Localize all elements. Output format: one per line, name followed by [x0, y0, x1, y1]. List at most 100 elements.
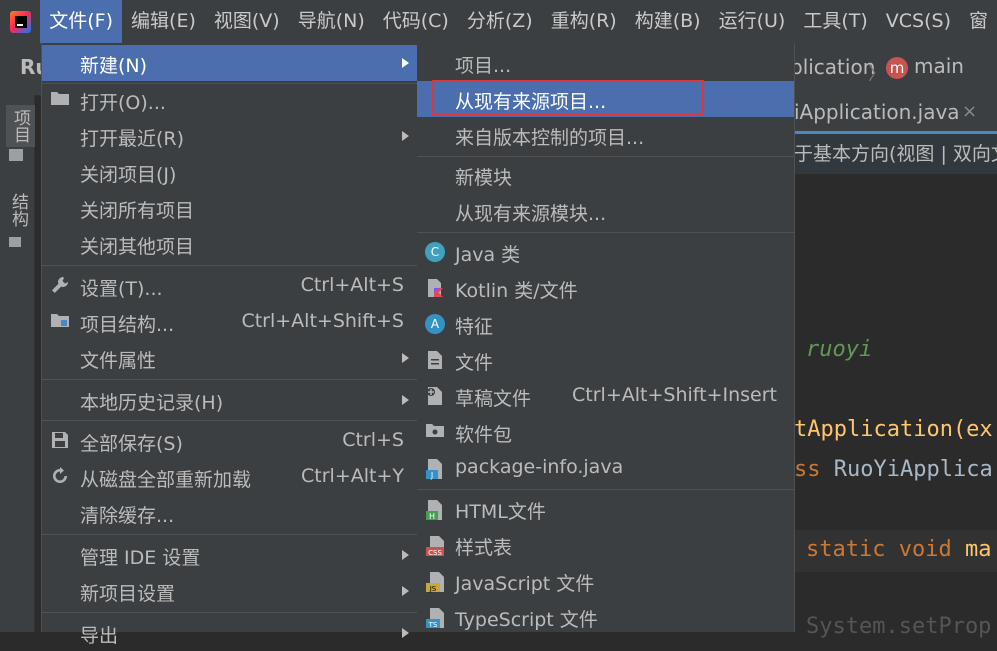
menu-build[interactable]: 构建(B)	[626, 0, 710, 43]
menu-item-close-other-projects[interactable]: 关闭其他项目	[42, 226, 417, 262]
submenu-item-project[interactable]: 项目...	[417, 45, 794, 81]
submenu-item-java-class[interactable]: C Java 类	[417, 234, 794, 270]
breadcrumb-item[interactable]: plication	[790, 55, 875, 79]
svg-text:CSS: CSS	[428, 549, 442, 557]
shortcut-label: Ctrl+S	[342, 429, 404, 451]
kotlin-file-icon	[425, 278, 445, 298]
submenu-arrow-icon	[402, 550, 409, 560]
submenu-arrow-icon	[402, 58, 409, 68]
scratch-file-icon	[425, 386, 445, 406]
submenu-arrow-icon	[402, 628, 409, 638]
menu-item-label: 草稿文件	[455, 388, 532, 410]
file-menu: 新建(N) 打开(O)... 打开最近(R) 关闭项目(J) 关闭所有项目 关闭…	[41, 43, 418, 647]
menu-item-file-properties[interactable]: 文件属性	[42, 340, 417, 376]
menu-navigate[interactable]: 导航(N)	[289, 0, 374, 43]
menu-item-manage-ide-settings[interactable]: 管理 IDE 设置	[42, 537, 417, 573]
file-icon	[425, 350, 445, 370]
submenu-item-package-info[interactable]: J package-info.java	[417, 450, 794, 486]
structure-tool-tab[interactable]: 结构	[6, 193, 31, 227]
menu-edit[interactable]: 编辑(E)	[122, 0, 205, 43]
shortcut-label: Ctrl+Alt+Y	[301, 465, 404, 487]
menu-item-open[interactable]: 打开(O)...	[42, 82, 417, 118]
menu-item-close-project[interactable]: 关闭项目(J)	[42, 154, 417, 190]
menu-item-settings[interactable]: 设置(T)... Ctrl+Alt+S	[42, 268, 417, 304]
code-annotation: tApplication(ex	[794, 417, 993, 442]
code-keyword: ss	[794, 457, 821, 482]
code-method-name: ma	[951, 537, 992, 562]
svg-text:TS: TS	[428, 621, 438, 629]
code-keyword: static void	[806, 537, 952, 562]
submenu-item-stylesheet[interactable]: CSS 样式表	[417, 527, 794, 563]
menu-refactor[interactable]: 重构(R)	[542, 0, 626, 43]
submenu-item-aspect[interactable]: A 特征	[417, 306, 794, 342]
menu-tools[interactable]: 工具(T)	[794, 0, 876, 43]
menu-file[interactable]: 文件(F)	[40, 0, 123, 43]
menu-item-reload-all[interactable]: 从磁盘全部重新加载 Ctrl+Alt+Y	[42, 459, 417, 495]
menu-window[interactable]: 窗	[960, 0, 997, 43]
menu-item-label: 从磁盘全部重新加载	[80, 469, 252, 491]
menu-item-local-history[interactable]: 本地历史记录(H)	[42, 382, 417, 418]
svg-text:J: J	[430, 471, 433, 480]
menu-item-label: 软件包	[455, 424, 513, 446]
code-last-line: System.setProp	[806, 614, 992, 639]
shortcut-label: Ctrl+Alt+S	[300, 274, 404, 296]
menu-item-label: 设置(T)...	[80, 278, 163, 300]
menu-analyze[interactable]: 分析(Z)	[458, 0, 542, 43]
submenu-item-javascript-file[interactable]: JS JavaScript 文件	[417, 563, 794, 599]
submenu-item-typescript-file[interactable]: TS TypeScript 文件	[417, 599, 794, 635]
menu-item-label: 清除缓存...	[80, 505, 175, 527]
new-submenu: 项目... 从现有来源项目... 来自版本控制的项目... 新模块 从现有来源模…	[417, 43, 795, 632]
java-file-icon: J	[425, 458, 445, 480]
submenu-item-package[interactable]: 软件包	[417, 414, 794, 450]
menu-item-label: 打开最近(R)	[80, 128, 185, 150]
submenu-item-project-from-vcs[interactable]: 来自版本控制的项目...	[417, 117, 794, 153]
menu-item-label: 新项目设置	[80, 583, 176, 605]
reload-icon	[49, 467, 71, 487]
menu-item-new[interactable]: 新建(N)	[42, 45, 417, 81]
submenu-item-new-module[interactable]: 新模块	[417, 157, 794, 193]
menu-item-label: 项目...	[455, 55, 512, 77]
menu-item-invalidate-caches[interactable]: 清除缓存...	[42, 495, 417, 531]
submenu-item-html-file[interactable]: H HTML文件	[417, 491, 794, 527]
folder-icon	[49, 90, 71, 110]
menu-item-open-recent[interactable]: 打开最近(R)	[42, 118, 417, 154]
project-structure-icon	[49, 312, 71, 332]
menu-item-new-project-settings[interactable]: 新项目设置	[42, 573, 417, 609]
menu-item-label: Java 类	[455, 244, 521, 266]
menu-item-save-all[interactable]: 全部保存(S) Ctrl+S	[42, 423, 417, 459]
menu-item-close-all-projects[interactable]: 关闭所有项目	[42, 190, 417, 226]
structure-icon	[9, 237, 21, 247]
menu-item-label: 从现有来源模块...	[455, 203, 607, 225]
close-icon[interactable]: ×	[962, 101, 977, 122]
menu-item-label: TypeScript 文件	[455, 609, 598, 631]
menu-item-project-structure[interactable]: 项目结构... Ctrl+Alt+Shift+S	[42, 304, 417, 340]
submenu-item-file[interactable]: 文件	[417, 342, 794, 378]
wrench-icon	[49, 276, 71, 296]
submenu-item-kotlin-file[interactable]: Kotlin 类/文件	[417, 270, 794, 306]
menu-item-label: HTML文件	[455, 501, 546, 523]
code-class-name: RuoYiApplica	[820, 457, 993, 482]
project-folder-icon	[9, 149, 23, 161]
editor-tab-file[interactable]: iApplication.java	[794, 100, 960, 124]
submenu-item-scratch-file[interactable]: 草稿文件 Ctrl+Alt+Shift+Insert	[417, 378, 794, 414]
menu-code[interactable]: 代码(C)	[374, 0, 458, 43]
project-tool-tab[interactable]: 项目	[6, 105, 35, 147]
editor-tabbar: iApplication.java ×	[794, 95, 997, 134]
html-file-icon: H	[425, 499, 445, 521]
svg-text:H: H	[429, 512, 435, 521]
breadcrumb-main[interactable]: main	[914, 54, 964, 78]
main-menubar: 文件(F) 编辑(E) 视图(V) 导航(N) 代码(C) 分析(Z) 重构(R…	[0, 0, 997, 43]
menu-item-label: 本地历史记录(H)	[80, 392, 224, 414]
menu-view[interactable]: 视图(V)	[205, 0, 289, 43]
menu-run[interactable]: 运行(U)	[710, 0, 795, 43]
menu-item-export[interactable]: 导出	[42, 615, 417, 651]
css-file-icon: CSS	[425, 535, 445, 557]
menu-item-label: 特征	[455, 316, 494, 338]
menu-vcs[interactable]: VCS(S)	[877, 0, 960, 43]
highlight-callout-box	[432, 80, 704, 116]
submenu-item-module-from-existing-sources[interactable]: 从现有来源模块...	[417, 193, 794, 229]
svg-text:JS: JS	[429, 585, 437, 593]
shortcut-label: Ctrl+Alt+Shift+S	[241, 310, 404, 332]
left-tool-strip: 项目 结构	[0, 95, 35, 632]
javascript-file-icon: JS	[425, 571, 445, 593]
